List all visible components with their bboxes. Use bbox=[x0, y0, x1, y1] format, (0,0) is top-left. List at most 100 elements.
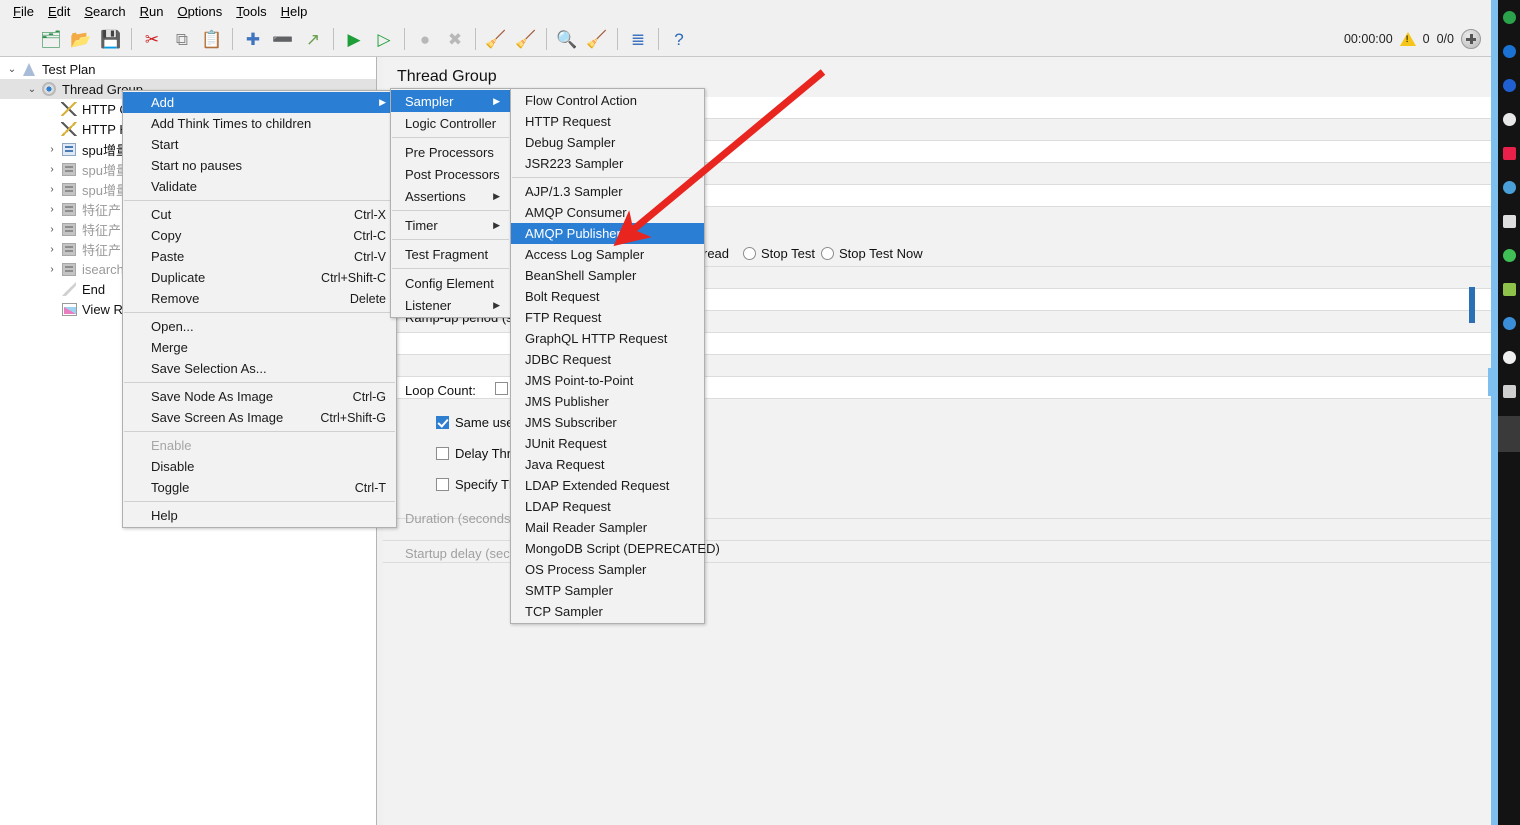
paste-icon[interactable]: 📋 bbox=[198, 25, 226, 53]
expand-icon[interactable]: ✚ bbox=[239, 25, 267, 53]
dock-icon-7[interactable] bbox=[1498, 204, 1520, 238]
toggle-icon[interactable]: ↗ bbox=[299, 25, 327, 53]
menu-item-ftp-request[interactable]: FTP Request bbox=[511, 307, 704, 328]
menu-item-timer[interactable]: Timer ▶ bbox=[391, 214, 510, 236]
warning-icon[interactable] bbox=[1399, 32, 1416, 46]
help-icon[interactable]: ? bbox=[665, 25, 693, 53]
menu-item-copy[interactable]: Copy Ctrl-C bbox=[123, 225, 396, 246]
vertical-scrollbar-thumb[interactable] bbox=[1491, 0, 1498, 825]
menu-item-amqp-consumer[interactable]: AMQP Consumer bbox=[511, 202, 704, 223]
menu-item-help[interactable]: Help bbox=[123, 505, 396, 526]
menu-item-ldap-extended-request[interactable]: LDAP Extended Request bbox=[511, 475, 704, 496]
desktop-dock[interactable] bbox=[1498, 0, 1520, 825]
tree-expander-icon[interactable]: ⌄ bbox=[24, 84, 40, 95]
menu-item-config-element[interactable]: Config Element▶ bbox=[391, 272, 523, 294]
menu-item-test-fragment[interactable]: Test Fragment▶ bbox=[391, 243, 517, 265]
menu-item-paste[interactable]: Paste Ctrl-V bbox=[123, 246, 396, 267]
menu-edit[interactable]: Edit bbox=[41, 2, 77, 21]
menu-search[interactable]: Search bbox=[77, 2, 132, 21]
dock-bottom-panel[interactable] bbox=[1498, 416, 1520, 452]
tree-expander-icon[interactable]: › bbox=[44, 144, 60, 155]
menu-item-jsr223-sampler[interactable]: JSR223 Sampler bbox=[511, 153, 704, 174]
tree-expander-icon[interactable]: › bbox=[44, 224, 60, 235]
menu-run[interactable]: Run bbox=[133, 2, 171, 21]
dock-icon-6[interactable] bbox=[1498, 170, 1520, 204]
menu-item-jms-publisher[interactable]: JMS Publisher bbox=[511, 391, 704, 412]
menu-item-disable[interactable]: Disable bbox=[123, 456, 396, 477]
menu-item-start-no-pauses[interactable]: Start no pauses bbox=[123, 155, 396, 176]
menu-item-duplicate[interactable]: Duplicate Ctrl+Shift-C bbox=[123, 267, 396, 288]
menu-item-sampler[interactable]: Sampler ▶ bbox=[391, 90, 510, 112]
dock-icon-5[interactable] bbox=[1498, 136, 1520, 170]
tree-context-menu[interactable]: Add ▶ Add Think Times to children Start Star… bbox=[122, 90, 397, 528]
menu-item-os-process-sampler[interactable]: OS Process Sampler bbox=[511, 559, 704, 580]
open-icon[interactable]: 📂 bbox=[67, 25, 95, 53]
loop-forever-checkbox[interactable] bbox=[495, 382, 508, 395]
dock-icon-11[interactable] bbox=[1498, 340, 1520, 374]
reset-search-icon[interactable]: 🧹 bbox=[583, 25, 611, 53]
menu-item-java-request[interactable]: Java Request bbox=[511, 454, 704, 475]
dock-icon-8[interactable] bbox=[1498, 238, 1520, 272]
tree-expander-icon[interactable]: › bbox=[44, 264, 60, 275]
menu-item-graphql-http-request[interactable]: GraphQL HTTP Request bbox=[511, 328, 704, 349]
menu-item-junit-request[interactable]: JUnit Request bbox=[511, 433, 704, 454]
templates-icon[interactable]: 🗂 bbox=[37, 25, 65, 53]
menu-item-tcp-sampler[interactable]: TCP Sampler bbox=[511, 601, 704, 622]
specify-thread-checkbox[interactable] bbox=[436, 478, 449, 491]
menu-item-listener[interactable]: Listener ▶ bbox=[391, 294, 510, 316]
menu-item-ldap-request[interactable]: LDAP Request bbox=[511, 496, 704, 517]
add-submenu[interactable]: Sampler▶Logic Controller▶ Pre Processors▶… bbox=[390, 88, 529, 318]
expand-view-icon[interactable] bbox=[1461, 29, 1481, 49]
menu-item-add[interactable]: Add ▶ bbox=[123, 92, 396, 113]
menu-item-amqp-publisher[interactable]: AMQP Publisher bbox=[511, 223, 704, 244]
menu-item-save-node-as-image[interactable]: Save Node As Image Ctrl-G bbox=[123, 386, 396, 407]
start-no-pauses-icon[interactable]: ▷ bbox=[370, 25, 398, 53]
copy-icon[interactable]: ⧉ bbox=[168, 25, 196, 53]
menu-item-access-log-sampler[interactable]: Access Log Sampler bbox=[511, 244, 704, 265]
cut-icon[interactable]: ✂ bbox=[138, 25, 166, 53]
tree-expander-icon[interactable]: › bbox=[44, 204, 60, 215]
menu-item-flow-control-action[interactable]: Flow Control Action bbox=[511, 90, 704, 111]
menu-item-start[interactable]: Start bbox=[123, 134, 396, 155]
shutdown-icon[interactable]: ✖ bbox=[441, 25, 469, 53]
menu-item-bolt-request[interactable]: Bolt Request bbox=[511, 286, 704, 307]
search-icon[interactable]: 🔍 bbox=[553, 25, 581, 53]
save-icon[interactable]: 💾 bbox=[97, 25, 125, 53]
menu-tools[interactable]: Tools bbox=[229, 2, 273, 21]
dock-icon-2[interactable] bbox=[1498, 34, 1520, 68]
menu-item-toggle[interactable]: Toggle Ctrl-T bbox=[123, 477, 396, 498]
tree-expander-icon[interactable]: › bbox=[44, 184, 60, 195]
delay-thread-checkbox[interactable] bbox=[436, 447, 449, 460]
menu-item-mail-reader-sampler[interactable]: Mail Reader Sampler bbox=[511, 517, 704, 538]
menu-item-merge[interactable]: Merge bbox=[123, 337, 396, 358]
menu-help[interactable]: Help bbox=[274, 2, 315, 21]
menu-item-save-screen-as-image[interactable]: Save Screen As Image Ctrl+Shift-G bbox=[123, 407, 396, 428]
new-icon[interactable]: 🗋 bbox=[7, 25, 35, 53]
clear-icon[interactable]: 🧹 bbox=[482, 25, 510, 53]
collapse-icon[interactable]: ➖ bbox=[269, 25, 297, 53]
menu-item-pre-processors[interactable]: Pre Processors▶ bbox=[391, 141, 523, 163]
dock-icon-10[interactable] bbox=[1498, 306, 1520, 340]
stop-test-now-radio[interactable] bbox=[821, 247, 834, 260]
menu-item-assertions[interactable]: Assertions ▶ bbox=[391, 185, 510, 207]
menu-item-remove[interactable]: Remove Delete bbox=[123, 288, 396, 309]
menu-item-debug-sampler[interactable]: Debug Sampler bbox=[511, 132, 704, 153]
function-helper-icon[interactable]: ≣ bbox=[624, 25, 652, 53]
tree-expander-icon[interactable]: › bbox=[44, 244, 60, 255]
same-user-checkbox[interactable] bbox=[436, 416, 449, 429]
dock-icon-3[interactable] bbox=[1498, 68, 1520, 102]
clear-all-icon[interactable]: 🧹 bbox=[512, 25, 540, 53]
menu-item-jdbc-request[interactable]: JDBC Request bbox=[511, 349, 704, 370]
menu-options[interactable]: Options bbox=[170, 2, 229, 21]
menu-item-mongodb-script-deprecated[interactable]: MongoDB Script (DEPRECATED) bbox=[511, 538, 720, 559]
menu-item-logic-controller[interactable]: Logic Controller▶ bbox=[391, 112, 525, 134]
stop-test-radio[interactable] bbox=[743, 247, 756, 260]
dock-icon-12[interactable] bbox=[1498, 374, 1520, 408]
menu-item-ajp-1-3-sampler[interactable]: AJP/1.3 Sampler bbox=[511, 181, 704, 202]
menu-item-validate[interactable]: Validate bbox=[123, 176, 396, 197]
dock-icon-9[interactable] bbox=[1498, 272, 1520, 306]
menu-item-add-think-times-to-children[interactable]: Add Think Times to children bbox=[123, 113, 396, 134]
sampler-submenu[interactable]: Flow Control Action HTTP Request Debug Sam… bbox=[510, 88, 720, 624]
tree-expander-icon[interactable]: › bbox=[44, 164, 60, 175]
menu-item-beanshell-sampler[interactable]: BeanShell Sampler bbox=[511, 265, 704, 286]
